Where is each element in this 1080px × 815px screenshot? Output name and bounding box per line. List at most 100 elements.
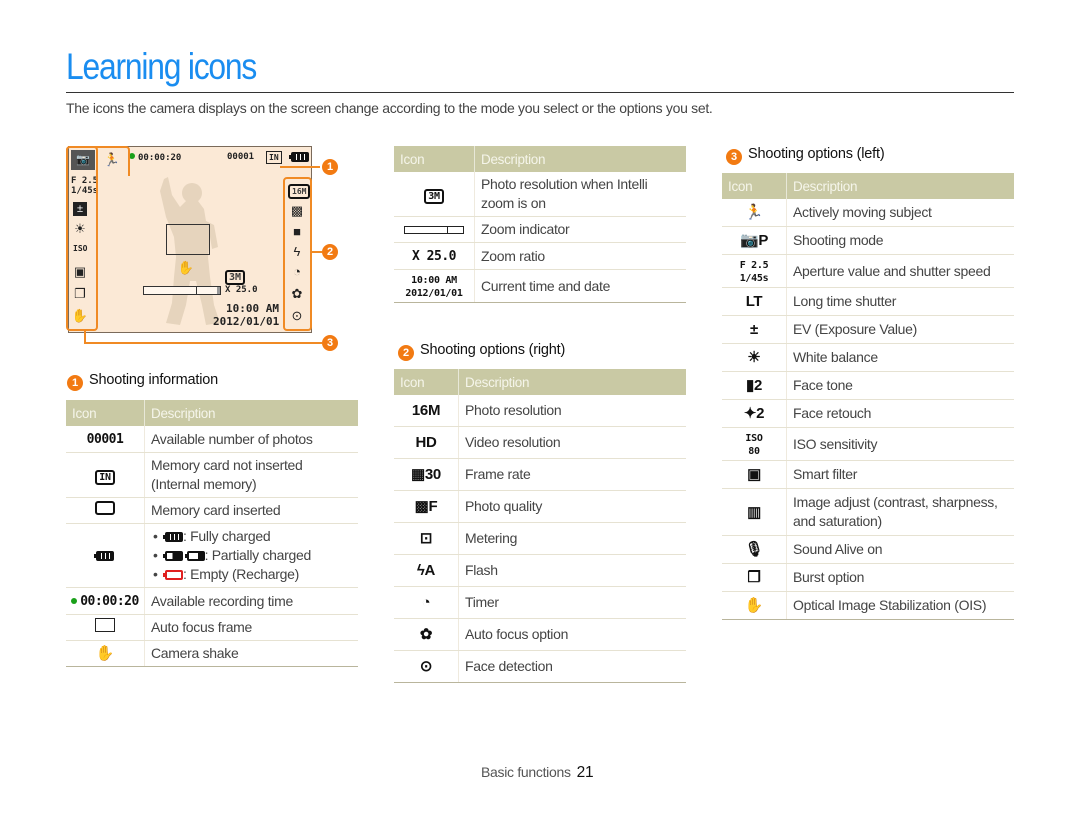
row-description: Photo resolution when Intelli zoom is on	[474, 172, 686, 217]
zoom-ratio-icon: X 25.0	[412, 249, 456, 264]
table-header: Icon Description	[394, 146, 686, 172]
row-description: Available recording time	[144, 587, 358, 615]
af-option-icon: ✿	[419, 626, 433, 643]
section-title: Shooting options (right)	[420, 342, 566, 358]
row-description: EV (Exposure Value)	[786, 315, 1014, 344]
image-adjust-icon: ▥	[747, 503, 761, 521]
table-row: IN Memory card not inserted (Internal me…	[66, 452, 358, 498]
row-description: Metering	[458, 522, 686, 555]
callout-badge-3: 3	[322, 335, 338, 351]
table-row: ✦2 Face retouch	[722, 399, 1014, 428]
battery-full-icon	[163, 532, 183, 542]
header-icon: Icon	[66, 400, 145, 426]
battery-states-list: : Fully charged : Partially charged : Em…	[151, 527, 352, 584]
table-row: 🏃 Actively moving subject	[722, 199, 1014, 227]
long-time-shutter-icon: LT	[745, 293, 763, 310]
table-row: : Fully charged : Partially charged : Em…	[66, 523, 358, 588]
left-options-highlight-top	[66, 146, 130, 176]
table-row: ◔ Timer	[394, 586, 686, 619]
page-title: Learning icons	[66, 46, 257, 87]
table-row: Zoom indicator	[394, 216, 686, 243]
memory-card-icon	[95, 501, 115, 515]
header-icon: Icon	[722, 173, 787, 199]
flash-icon: ϟA	[416, 562, 436, 579]
row-description: Memory card inserted	[144, 497, 358, 524]
table-row: ϟA Flash	[394, 554, 686, 587]
table-row: 📷P Shooting mode	[722, 226, 1014, 255]
recording-time-icon: 00:00:20	[80, 594, 139, 609]
section-title: Shooting information	[89, 372, 218, 388]
battery-empty-icon	[163, 570, 183, 580]
row-description: Burst option	[786, 563, 1014, 592]
table-row: 10:00 AM 2012/01/01 Current time and dat…	[394, 269, 686, 303]
table-header: Icon Description	[66, 400, 358, 426]
row-description: Frame rate	[458, 458, 686, 491]
table-row: X 25.0 Zoom ratio	[394, 242, 686, 270]
header-description: Description	[474, 146, 686, 172]
iso-icon: ISO	[745, 433, 763, 444]
table-row: ❐ Burst option	[722, 563, 1014, 592]
recording-time: 00:00:20	[129, 153, 181, 163]
row-description: Camera shake	[144, 640, 358, 667]
table-row: ⊡ Metering	[394, 522, 686, 555]
callout-line-2	[312, 251, 322, 253]
shooting-information-table: Icon Description 00001 Available number …	[66, 400, 358, 667]
table-row: ISO 80 ISO sensitivity	[722, 427, 1014, 461]
battery-partial-icon	[163, 551, 183, 561]
row-description: Photo resolution	[458, 395, 686, 427]
table-row: ▥ Image adjust (contrast, sharpness, and …	[722, 488, 1014, 536]
row-description: White balance	[786, 343, 1014, 372]
zoom-ratio: X 25.0	[225, 285, 258, 295]
table-row: ✿ Auto focus option	[394, 618, 686, 651]
table-row: ▦30 Frame rate	[394, 458, 686, 491]
timer-icon: ◔	[421, 594, 431, 611]
row-description: Video resolution	[458, 426, 686, 459]
time-icon: 10:00 AM	[411, 275, 457, 286]
table-row: ± EV (Exposure Value)	[722, 315, 1014, 344]
battery-state-full: : Fully charged	[151, 527, 352, 546]
table-row: ▩F Photo quality	[394, 490, 686, 523]
row-description: Actively moving subject	[786, 199, 1014, 227]
table-row: 3M Photo resolution when Intelli zoom is…	[394, 172, 686, 217]
row-description: Zoom indicator	[474, 216, 686, 243]
row-description: Shooting mode	[786, 226, 1014, 255]
section-title: Shooting options (left)	[748, 146, 885, 162]
callout-badge-2: 2	[322, 244, 338, 260]
row-description: Smart filter	[786, 460, 1014, 489]
row-description: Photo quality	[458, 490, 686, 523]
shooting-options-left-table: Icon Description 🏃 Actively moving subjec…	[722, 173, 1014, 620]
face-retouch-icon: ✦2	[743, 405, 765, 422]
callout-line-3b	[84, 342, 322, 344]
face-detection-icon: ⊙	[419, 658, 433, 675]
footer-section: Basic functions	[481, 764, 571, 780]
screen-date: 2012/01/01	[213, 315, 280, 328]
section-badge-1: 1	[67, 375, 83, 391]
row-description: Zoom ratio	[474, 242, 686, 270]
table-row: 00001 Available number of photos	[66, 426, 358, 453]
video-resolution-icon: HD	[415, 434, 437, 451]
iso-icon-line2: 80	[748, 446, 760, 457]
row-description: Face detection	[458, 650, 686, 683]
row-description: Face retouch	[786, 399, 1014, 428]
af-frame	[166, 224, 210, 255]
intro-text: The icons the camera displays on the scr…	[66, 100, 713, 116]
ois-icon: ✋	[744, 597, 764, 614]
battery-icon	[289, 152, 309, 162]
row-description: Flash	[458, 554, 686, 587]
shooting-options-right-heading: 2 Shooting options (right)	[398, 342, 566, 361]
table-header: Icon Description	[394, 369, 686, 395]
table-row: ▮2 Face tone	[722, 371, 1014, 400]
ev-icon: ±	[750, 321, 758, 338]
table-row: ⊙ Face detection	[394, 650, 686, 683]
header-icon: Icon	[394, 369, 459, 395]
table-row: ▣ Smart filter	[722, 460, 1014, 489]
battery-icon	[94, 551, 114, 561]
screen-info-table: Icon Description 3M Photo resolution whe…	[394, 146, 686, 303]
right-options-highlight	[283, 177, 312, 331]
battery-low-icon	[184, 551, 205, 561]
callout-badge-1: 1	[322, 159, 338, 175]
photo-resolution-icon: 16M	[411, 402, 441, 419]
table-row: LT Long time shutter	[722, 287, 1014, 316]
row-description: ISO sensitivity	[786, 427, 1014, 461]
row-description: Memory card not inserted (Internal memor…	[144, 452, 358, 498]
